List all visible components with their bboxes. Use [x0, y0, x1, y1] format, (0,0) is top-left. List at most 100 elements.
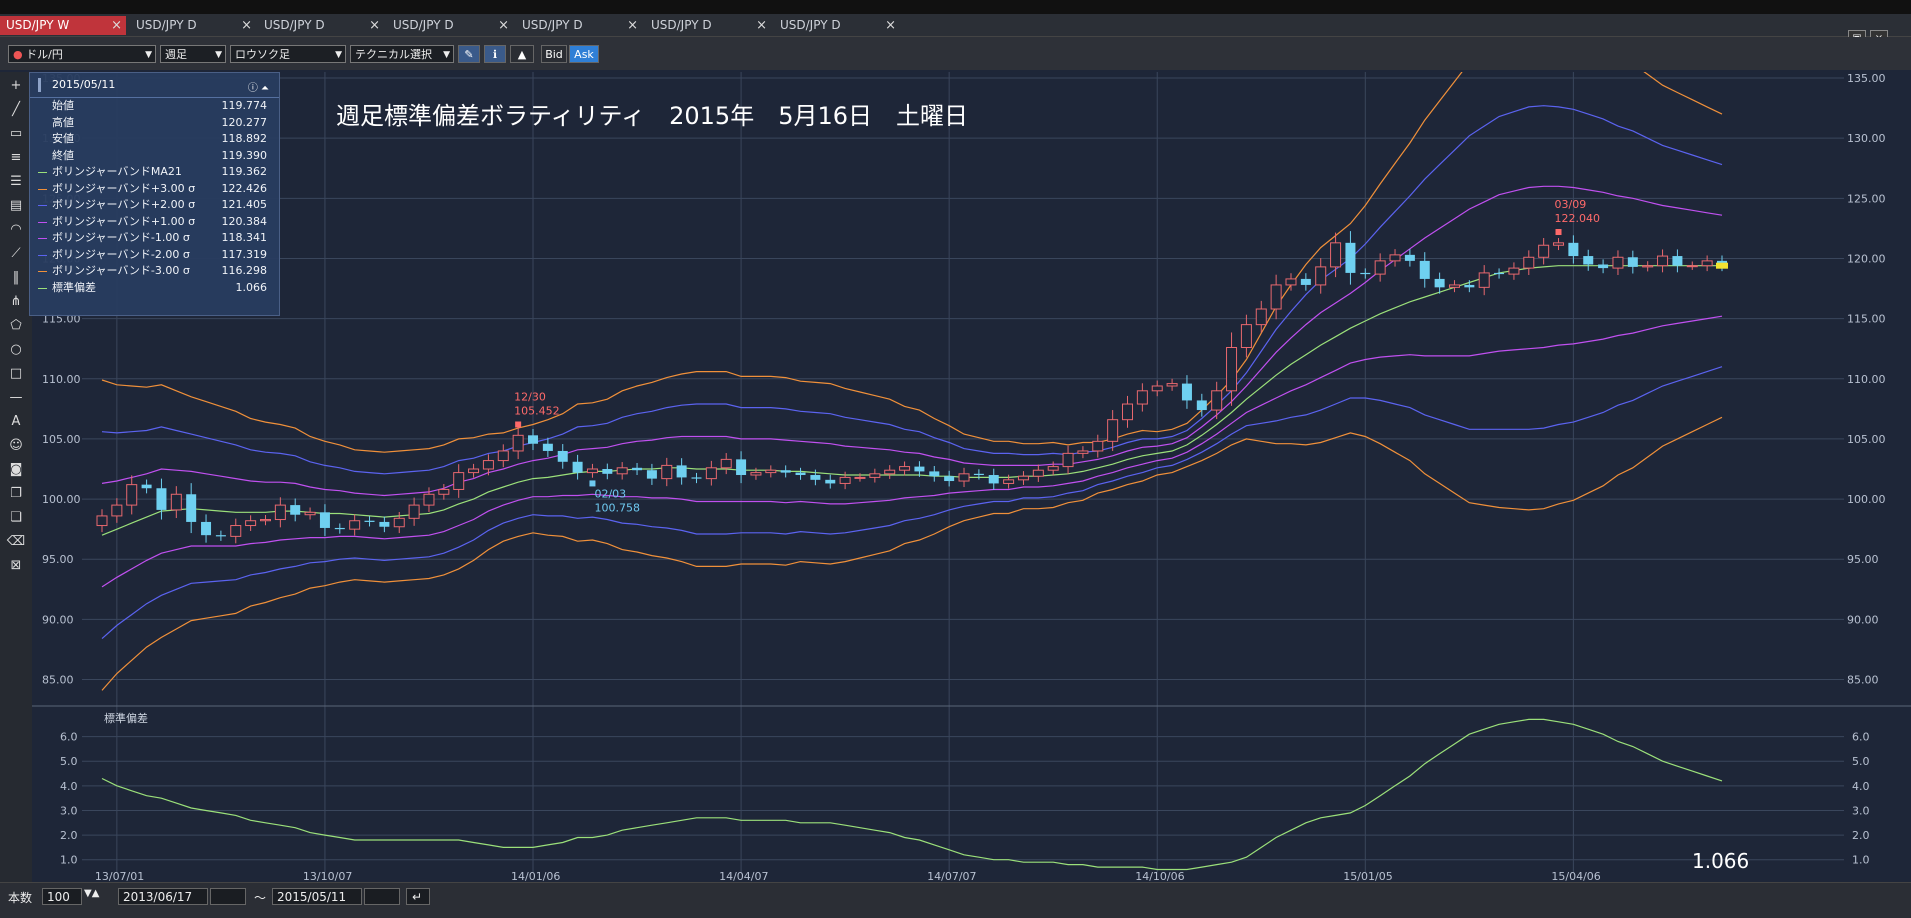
- tab-usdjpy-daily[interactable]: USD/JPY D ×: [258, 16, 384, 35]
- candle-body: [1464, 284, 1475, 288]
- tab-label: USD/JPY D: [264, 18, 325, 32]
- close-icon[interactable]: ×: [241, 16, 252, 35]
- candle-body: [1568, 242, 1579, 257]
- close-icon[interactable]: ×: [756, 16, 767, 35]
- channel-icon[interactable]: ≡: [6, 148, 26, 168]
- from-date-input[interactable]: 2013/06/17: [118, 888, 208, 905]
- from-time-input[interactable]: [210, 888, 246, 905]
- x-tick-label: 15/01/05: [1343, 870, 1392, 882]
- copy-icon[interactable]: ❐: [6, 484, 26, 504]
- fibonacci-icon[interactable]: ▤: [6, 196, 26, 216]
- info-row-value: 120.384: [221, 214, 268, 228]
- apply-range-button[interactable]: ↵: [406, 888, 430, 905]
- candle-body: [1330, 242, 1342, 268]
- bottom-bar: 本数 100 ▼▲ 2013/06/17 ～ 2015/05/11 ↵: [0, 882, 1911, 918]
- close-icon[interactable]: ×: [111, 16, 122, 35]
- chart-type-select[interactable]: ロウソク足 ▼: [230, 45, 346, 63]
- tab-label: USD/JPY W: [6, 18, 70, 32]
- callout-icon[interactable]: ◙: [6, 460, 26, 480]
- candle-body: [765, 469, 777, 474]
- tab-usdjpy-daily[interactable]: USD/JPY D ×: [645, 16, 771, 35]
- ruler-icon[interactable]: ▭: [6, 124, 26, 144]
- eraser-icon[interactable]: ⌫: [6, 532, 26, 552]
- tab-usdjpy-daily[interactable]: USD/JPY D ×: [387, 16, 513, 35]
- candle-body: [497, 450, 509, 462]
- chart-toolbar: ● ドル/円 ▼ 週足 ▼ ロウソク足 ▼ テクニカル選択 ▼ ✎ ℹ ▲ Bid As…: [0, 37, 1911, 70]
- trendline-icon[interactable]: ╱: [6, 100, 26, 120]
- tab-usdjpy-daily[interactable]: USD/JPY D ×: [516, 16, 642, 35]
- area-chart-icon[interactable]: ▲: [510, 45, 534, 63]
- close-icon[interactable]: ×: [369, 16, 380, 35]
- candle-body: [1107, 419, 1119, 442]
- tab-usdjpy-daily[interactable]: USD/JPY D ×: [130, 16, 256, 35]
- chart-svg: 12/30105.452 02/03100.758 03/09122.040 135…: [32, 24, 1911, 883]
- info-icon[interactable]: ℹ: [484, 45, 506, 63]
- tab-usdjpy-daily[interactable]: USD/JPY D ×: [774, 16, 900, 35]
- paste-icon[interactable]: ❏: [6, 508, 26, 528]
- candle-body: [304, 511, 316, 516]
- fan-icon[interactable]: ⟋: [6, 244, 26, 264]
- drag-handle-icon[interactable]: [38, 78, 41, 92]
- candle-body: [186, 494, 197, 522]
- y-tick-label-left: 110.00: [42, 373, 81, 386]
- pitchfork-icon[interactable]: ⋔: [6, 292, 26, 312]
- candle-body: [825, 479, 836, 484]
- symbol-select[interactable]: ● ドル/円 ▼: [8, 45, 156, 63]
- indicator-tick-label-right: 1.0: [1852, 854, 1870, 867]
- line-icon[interactable]: —: [6, 388, 26, 408]
- candle-body: [423, 493, 435, 506]
- series-color-swatch: [38, 172, 47, 173]
- to-date-input[interactable]: 2015/05/11: [272, 888, 362, 905]
- tab-label: USD/JPY D: [780, 18, 841, 32]
- close-icon[interactable]: ×: [498, 16, 509, 35]
- info-row-value: 119.774: [221, 99, 268, 112]
- tab-usdjpy-weekly[interactable]: USD/JPY W ×: [0, 16, 126, 35]
- period-label: 週足: [165, 48, 187, 61]
- count-stepper-icon[interactable]: ▼▲: [84, 888, 99, 899]
- vertical-lines-icon[interactable]: ‖: [6, 268, 26, 288]
- to-time-input[interactable]: [364, 888, 400, 905]
- info-row: ボリンジャーバンドMA21 119.362: [30, 164, 279, 181]
- text-icon[interactable]: A: [6, 412, 26, 432]
- technical-label: テクニカル選択: [355, 48, 432, 61]
- eraser-all-icon[interactable]: ⊠: [6, 556, 26, 576]
- chevron-down-icon: ▼: [145, 50, 152, 60]
- pentagon-icon[interactable]: ⬠: [6, 316, 26, 336]
- info-panel-header[interactable]: 2015/05/11 ⓘ ⏶: [30, 73, 279, 98]
- arc-icon[interactable]: ◠: [6, 220, 26, 240]
- technical-select[interactable]: テクニカル選択 ▼: [350, 45, 454, 63]
- close-icon[interactable]: ×: [885, 16, 896, 35]
- candle-body: [468, 468, 480, 474]
- circle-icon[interactable]: ○: [6, 340, 26, 360]
- ask-button[interactable]: Ask: [569, 45, 599, 63]
- horizontal-lines-icon[interactable]: ☰: [6, 172, 26, 192]
- info-row-value: 119.390: [221, 148, 268, 162]
- candle-body: [1434, 278, 1445, 288]
- candle-body: [586, 468, 598, 474]
- close-icon[interactable]: ×: [627, 16, 638, 35]
- info-row: ボリンジャーバンド+3.00 σ 122.426: [30, 181, 279, 198]
- candle-body: [884, 469, 896, 475]
- candle-body: [1226, 346, 1238, 392]
- y-tick-label-right: 105.00: [1847, 433, 1886, 446]
- tab-label: USD/JPY D: [651, 18, 712, 32]
- period-select[interactable]: 週足 ▼: [160, 45, 226, 63]
- series-color-swatch: [38, 254, 47, 256]
- chart-area[interactable]: 12/30 105.452 02/03 100.758 03/09 122.040 135…: [32, 24, 1911, 883]
- rectangle-icon[interactable]: □: [6, 364, 26, 384]
- crosshair-icon[interactable]: +: [6, 76, 26, 96]
- count-input[interactable]: 100: [42, 888, 82, 905]
- bid-button[interactable]: Bid: [541, 45, 567, 63]
- info-row-label: ボリンジャーバンドMA21: [52, 165, 182, 178]
- candle-body: [1300, 278, 1311, 285]
- indicator-tick-label-left: 2.0: [60, 829, 78, 842]
- info-row-label: 終値: [52, 148, 74, 162]
- pen-icon[interactable]: ✎: [458, 45, 480, 63]
- candle-body: [96, 515, 108, 527]
- candle-body: [274, 504, 286, 521]
- chevron-down-icon: ▼: [443, 50, 450, 60]
- candle-body: [1538, 244, 1550, 258]
- current-candle: [1716, 262, 1728, 269]
- indicator-tick-label-left: 6.0: [60, 731, 78, 744]
- emoji-icon[interactable]: ☺: [6, 436, 26, 456]
